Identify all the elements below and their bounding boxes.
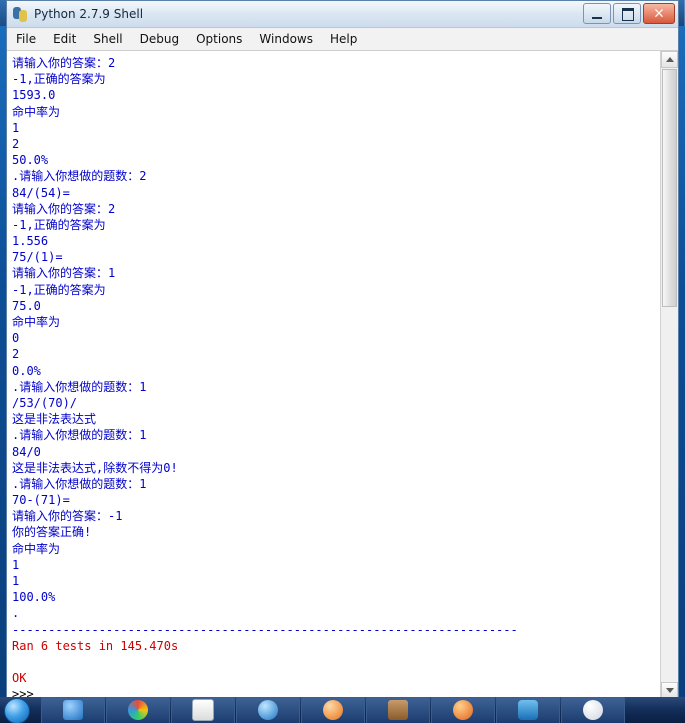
taskbar-item-brown-app[interactable] <box>366 696 430 723</box>
console-line: 请输入你的答案：-1 <box>12 509 123 524</box>
console-line: 0.0% <box>12 363 41 378</box>
console-text[interactable]: 请输入你的答案：2 -1,正确的答案为 1593.0 命中率为 1 2 50.0% .请输入你… <box>7 51 661 699</box>
console-line: 2 <box>12 136 20 151</box>
taskbar-item-colorful-circle[interactable] <box>106 696 170 723</box>
console-line: 请输入你的答案：2 <box>12 201 116 216</box>
console-line: 50.0% <box>12 153 49 168</box>
console-line: 命中率为 <box>12 541 61 556</box>
console-line: -1,正确的答案为 <box>12 217 106 232</box>
desktop: Python 2.7.9 Shell × File Edit Shell Deb… <box>0 0 685 723</box>
console-line: 1 <box>12 557 20 572</box>
console-line: 70-(71)= <box>12 493 70 508</box>
console-line: . <box>12 606 20 621</box>
console-line: 84/(54)= <box>12 185 70 200</box>
scrollbar-thumb[interactable] <box>662 69 677 307</box>
console-line: 1 <box>12 574 20 588</box>
menu-help[interactable]: Help <box>330 32 357 46</box>
console-line: .请输入你想做的题数：1 <box>12 476 147 491</box>
console-line: 你的答案正确! <box>12 525 92 540</box>
taskbar-item-orange-app[interactable] <box>301 696 365 723</box>
window-title: Python 2.7.9 Shell <box>34 7 144 21</box>
menubar: File Edit Shell Debug Options Windows He… <box>7 28 678 51</box>
console-line: -1,正确的答案为 <box>12 282 106 297</box>
taskbar-item-window-blue[interactable] <box>41 696 105 723</box>
console-line: OK <box>12 671 27 686</box>
close-button[interactable]: × <box>643 3 675 24</box>
console-line: 2 <box>12 347 20 362</box>
menu-shell[interactable]: Shell <box>93 32 122 46</box>
console-line: 84/0 <box>12 444 41 459</box>
console-line: 请输入你的答案：2 <box>12 56 116 70</box>
menu-windows[interactable]: Windows <box>259 32 313 46</box>
window-controls: × <box>583 3 675 24</box>
taskbar-item-firefox[interactable] <box>431 696 495 723</box>
console-line: 75.0 <box>12 298 41 313</box>
console-line: ----------------------------------------… <box>12 622 518 637</box>
console-line: .请输入你想做的题数：2 <box>12 169 147 184</box>
console-line: 1593.0 <box>12 88 56 103</box>
minimize-button[interactable] <box>583 3 611 24</box>
console-line: 0 <box>12 331 20 346</box>
menu-file[interactable]: File <box>16 32 36 46</box>
taskbar-item-notepad[interactable] <box>171 696 235 723</box>
console-line: 1 <box>12 120 20 135</box>
console-line: 请输入你的答案：1 <box>12 266 116 281</box>
console-line: .请输入你想做的题数：1 <box>12 379 147 394</box>
menu-debug[interactable]: Debug <box>140 32 179 46</box>
console-line: .请输入你想做的题数：1 <box>12 428 147 443</box>
console-line: -1,正确的答案为 <box>12 72 106 87</box>
taskbar <box>0 696 685 723</box>
menu-edit[interactable]: Edit <box>53 32 76 46</box>
console-line: /53/(70)/ <box>12 395 78 410</box>
window-titlebar[interactable]: Python 2.7.9 Shell × <box>7 1 678 28</box>
vertical-scrollbar[interactable] <box>660 51 678 699</box>
start-button[interactable] <box>0 697 40 723</box>
python-shell-window: Python 2.7.9 Shell × File Edit Shell Deb… <box>6 0 679 699</box>
scroll-up-icon[interactable] <box>661 51 678 68</box>
console-line: 100.0% <box>12 590 56 605</box>
taskbar-item-c-app[interactable] <box>496 696 560 723</box>
taskbar-item-internet-explorer[interactable] <box>236 696 300 723</box>
console-line: 75/(1)= <box>12 250 63 265</box>
taskbar-item-python[interactable] <box>561 696 625 723</box>
console-line: 命中率为 <box>12 315 61 329</box>
maximize-button[interactable] <box>613 3 641 24</box>
menu-options[interactable]: Options <box>196 32 242 46</box>
console-line: 1.556 <box>12 234 49 249</box>
shell-output-area[interactable]: 请输入你的答案：2 -1,正确的答案为 1593.0 命中率为 1 2 50.0% .请输入你… <box>7 51 678 699</box>
console-line: 这是非法表达式,除数不得为0! <box>12 460 178 475</box>
console-line: 命中率为 <box>12 104 61 119</box>
console-line: Ran 6 tests in 145.470s <box>12 638 179 653</box>
python-logo-icon <box>13 6 29 22</box>
console-line: 这是非法表达式 <box>12 412 97 427</box>
